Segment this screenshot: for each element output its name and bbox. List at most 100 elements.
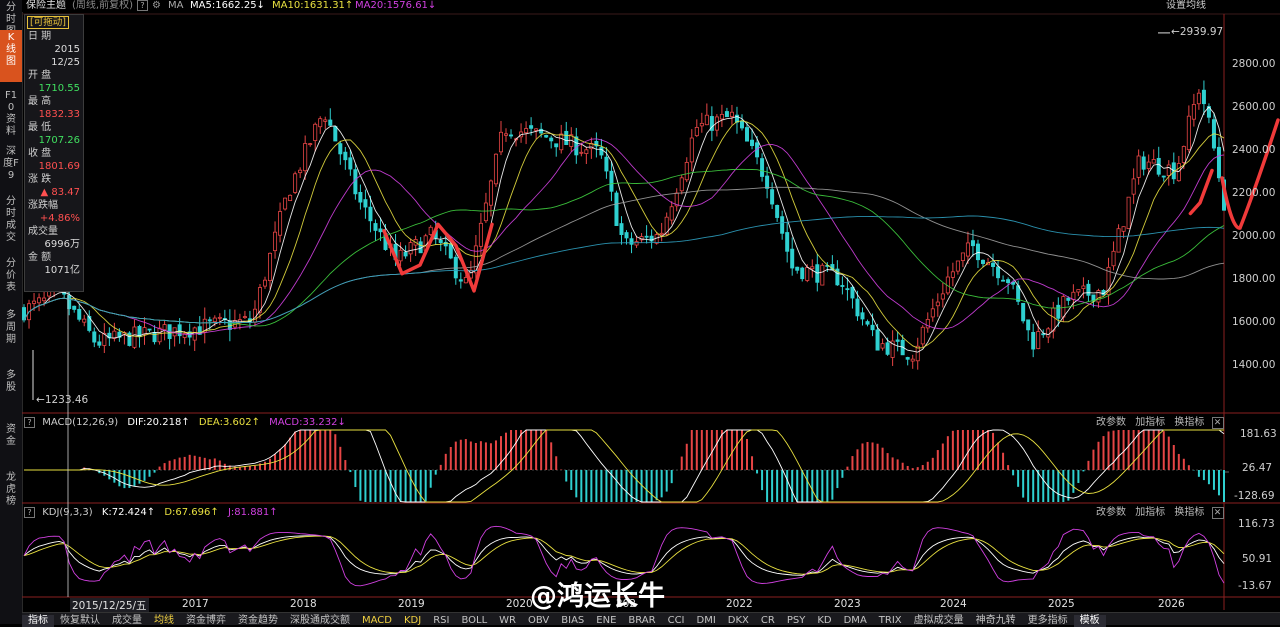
volume-value: 6996万 [44,239,80,250]
candle-body [147,328,152,331]
indicator-tab[interactable]: CR [755,615,781,627]
macd-add-button[interactable]: 加指标 [1135,417,1165,428]
candlestick-series [21,80,1227,370]
indicator-tab[interactable]: 恢复默认 [54,615,106,627]
kdj-add-button[interactable]: 加指标 [1135,507,1165,518]
indicator-tab[interactable]: DMI [691,615,722,627]
candle-body [880,343,885,349]
candle-body [47,291,52,297]
candle-body [930,308,935,318]
candle-body [860,312,865,320]
candle-body [217,316,222,319]
candle-body [965,242,970,257]
candle-body [1166,164,1171,176]
candle-body [293,173,298,193]
candle-body [373,223,378,231]
candle-body [544,135,549,138]
amount-value: 1071亿 [44,265,80,276]
indicator-tab[interactable]: MACD [356,615,398,627]
candle-body [1066,297,1071,301]
kdj-params-button[interactable]: 改参数 [1096,507,1126,518]
indicator-tab[interactable]: 更多指标 [1022,615,1074,627]
candle-body [760,158,765,177]
candle-body [750,139,755,147]
bar-info-panel[interactable]: [可拖动] 日 期 2015 12/25 开 盘 1710.55 最 高 183… [24,14,84,292]
candle-body [278,211,283,236]
pct-value: +4.86% [39,213,80,224]
price-tick: 2000.00 [1232,230,1276,242]
candle-body [955,260,960,272]
indicator-tab[interactable]: OBV [522,615,555,627]
candle-body [408,242,413,255]
indicator-tab[interactable]: BOLL [455,615,493,627]
candle-body [398,249,403,262]
macd-swap-button[interactable]: 换指标 [1174,417,1204,428]
hand-drawn-line [1220,118,1280,230]
macd-header: ? MACD(12,26,9) DIF:20.218↑ DEA:3.602↑ M… [24,416,346,430]
candle-body [509,134,514,137]
indicator-tab[interactable]: 深股通成交额 [284,615,356,627]
indicator-tab[interactable]: 虚拟成交量 [908,615,970,627]
candle-body [559,133,564,151]
close-icon[interactable]: ✕ [1211,417,1224,429]
indicator-tab[interactable]: 神奇九转 [970,615,1022,627]
candle-body [739,120,744,129]
price-tick: 1400.00 [1232,359,1276,371]
candle-body [378,228,383,233]
indicator-tab[interactable]: 成交量 [106,615,148,627]
kdj-header: ? KDJ(9,3,3) K:72.424↑ D:67.696↑ J:81.88… [24,506,278,520]
kline-chart[interactable] [0,0,1280,624]
candle-body [1201,89,1206,105]
candle-body [991,262,996,267]
indicator-tab[interactable]: TRIX [873,615,908,627]
indicator-tab[interactable]: BRAR [622,615,661,627]
candle-body [313,123,318,141]
cursor-date: 2015/12/25/五 [70,598,149,613]
price-tick: 2800.00 [1232,58,1276,70]
candle-body [1161,175,1166,178]
candle-body [579,151,584,154]
indicator-tab[interactable]: CCI [662,615,691,627]
help-icon[interactable]: ? [24,507,35,518]
indicator-tab[interactable]: 指标 [22,615,54,627]
close-value: 1801.69 [38,161,80,172]
indicator-tab[interactable]: 模板 [1073,615,1106,627]
macd-params-button[interactable]: 改参数 [1096,417,1126,428]
close-icon[interactable]: ✕ [1211,507,1224,519]
indicator-tab[interactable]: 均线 [148,615,180,627]
indicator-tab[interactable]: 资金博弈 [180,615,232,627]
candle-body [795,266,800,271]
candle-body [895,339,900,342]
candle-body [428,226,433,235]
indicator-tab[interactable]: WR [493,615,522,627]
candle-body [800,267,805,280]
indicator-tab[interactable]: BIAS [555,615,590,627]
year-label: 2023 [834,598,861,610]
candle-body [996,266,1001,279]
indicator-tab[interactable]: PSY [781,615,812,627]
macd-series [24,429,1225,503]
indicator-tab[interactable]: KD [811,615,837,627]
candle-body [242,316,247,318]
help-icon[interactable]: ? [24,417,35,428]
indicator-tab[interactable]: DMA [838,615,873,627]
candle-body [950,271,955,278]
candle-body [498,131,503,153]
indicator-tab[interactable]: ENE [590,615,622,627]
candle-body [584,149,589,154]
candle-body [1031,331,1036,350]
indicator-tab[interactable]: 资金趋势 [232,615,284,627]
candle-body [1216,146,1221,179]
indicator-tab[interactable]: RSI [427,615,455,627]
candle-body [1021,302,1026,322]
candle-body [1121,226,1126,232]
indicator-tab[interactable]: DKX [722,615,755,627]
candle-body [1006,279,1011,283]
candle-body [1126,196,1131,230]
drag-handle[interactable]: [可拖动] [27,16,69,29]
indicator-tab[interactable]: KDJ [398,615,427,627]
kdj-swap-button[interactable]: 换指标 [1174,507,1204,518]
macd-tick: 181.63 [1240,428,1277,440]
price-tick: 1600.00 [1232,316,1276,328]
candle-body [162,324,167,331]
